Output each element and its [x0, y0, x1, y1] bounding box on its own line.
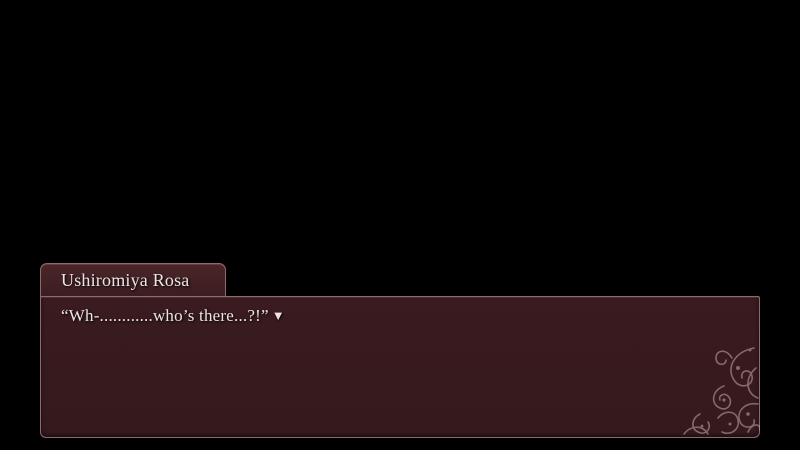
game-scene[interactable]: Ushiromiya Rosa “Wh-............who’s th…	[0, 0, 800, 450]
floral-flourish-icon	[683, 347, 760, 435]
dialogue-text: “Wh-............who’s there...?!”	[61, 306, 269, 325]
advance-arrow-icon[interactable]: ▼	[272, 308, 285, 324]
speaker-name: Ushiromiya Rosa	[61, 270, 190, 290]
dialogue-line[interactable]: “Wh-............who’s there...?!” ▼	[61, 306, 285, 326]
